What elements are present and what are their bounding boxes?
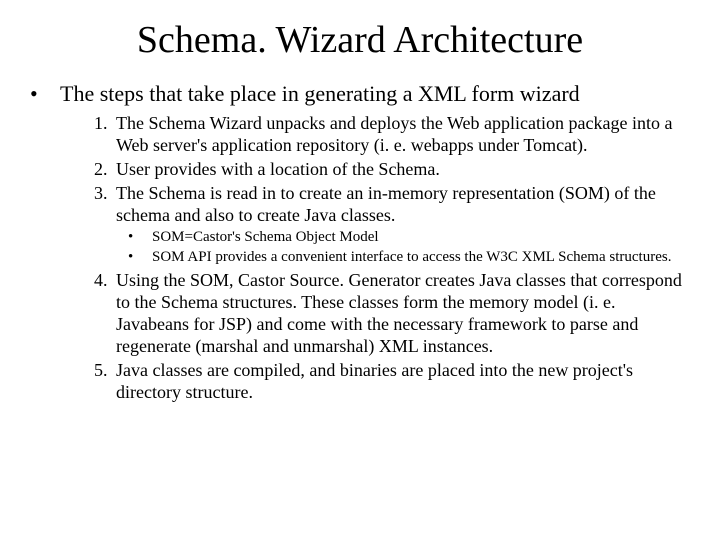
slide-title: Schema. Wizard Architecture <box>30 18 690 62</box>
steps-list: The Schema Wizard unpacks and deploys th… <box>30 112 690 403</box>
step-3-text: The Schema is read in to create an in-me… <box>116 183 656 225</box>
step-3-sub-1: SOM=Castor's Schema Object Model <box>128 228 690 247</box>
intro-text: The steps that take place in generating … <box>60 80 580 108</box>
step-5: Java classes are compiled, and binaries … <box>112 359 690 403</box>
step-3-sub-2-text: SOM API provides a convenient interface … <box>152 249 671 265</box>
step-3-sublist: SOM=Castor's Schema Object Model SOM API… <box>116 228 690 267</box>
intro-bullet-icon: • <box>30 80 60 108</box>
step-4: Using the SOM, Castor Source. Generator … <box>112 269 690 357</box>
step-1-text: The Schema Wizard unpacks and deploys th… <box>116 113 672 155</box>
step-2-text: User provides with a location of the Sch… <box>116 159 440 179</box>
slide: Schema. Wizard Architecture • The steps … <box>0 0 720 540</box>
step-2: User provides with a location of the Sch… <box>112 158 690 180</box>
step-3-sub-1-text: SOM=Castor's Schema Object Model <box>152 229 379 245</box>
intro-row: • The steps that take place in generatin… <box>30 80 690 108</box>
step-3-sub-2: SOM API provides a convenient interface … <box>128 248 690 267</box>
step-4-text: Using the SOM, Castor Source. Generator … <box>116 270 682 356</box>
step-5-text: Java classes are compiled, and binaries … <box>116 360 633 402</box>
step-1: The Schema Wizard unpacks and deploys th… <box>112 112 690 156</box>
step-3: The Schema is read in to create an in-me… <box>112 182 690 267</box>
